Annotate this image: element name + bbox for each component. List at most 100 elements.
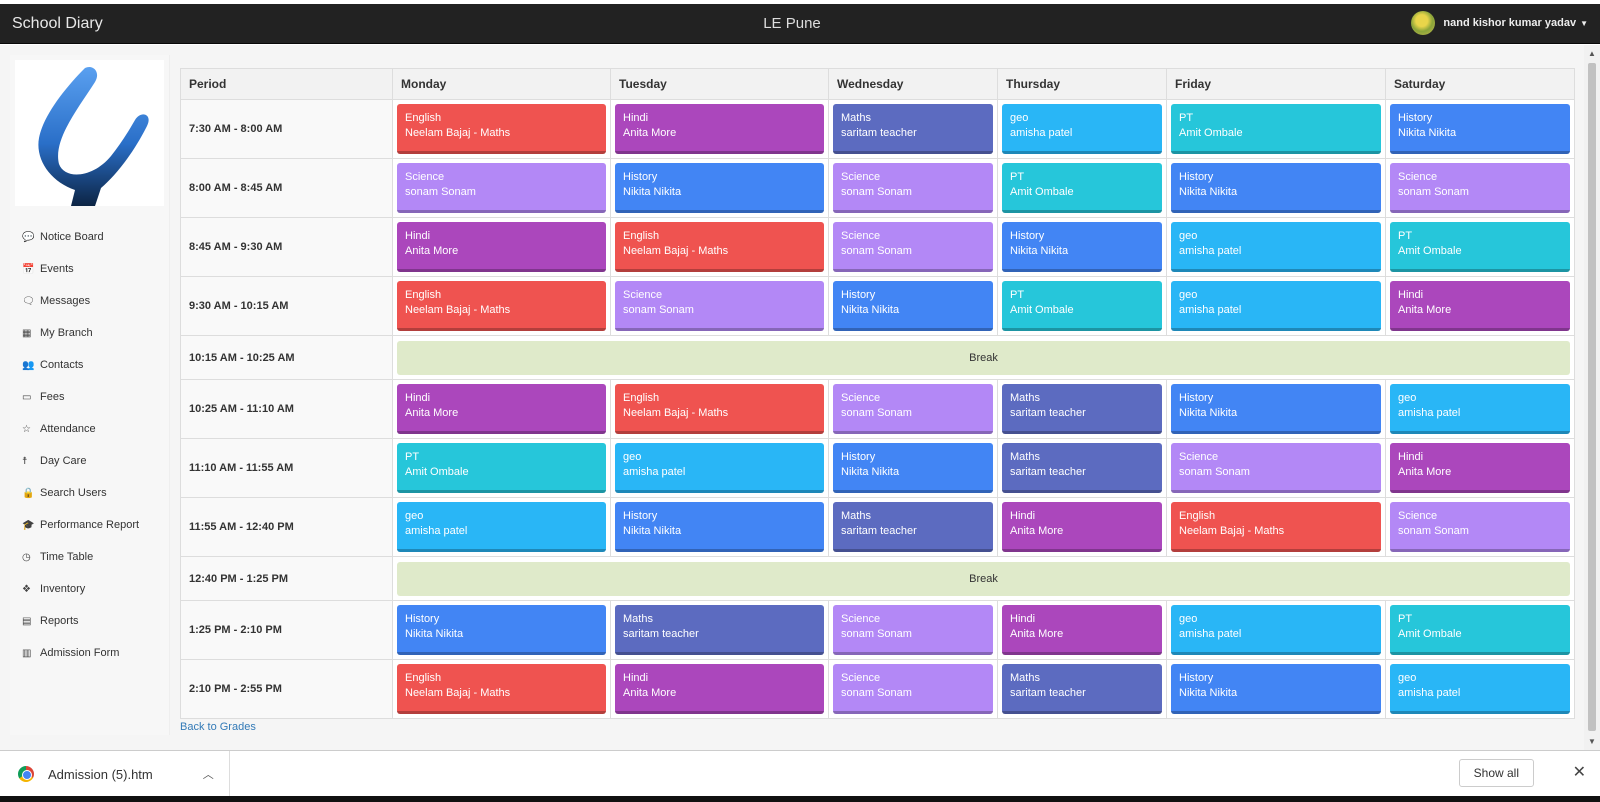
scroll-down-icon[interactable]: ▼ [1588, 737, 1596, 746]
lesson-card[interactable]: Science sonam Sonam [1171, 443, 1381, 493]
lesson-card[interactable]: Science sonam Sonam [615, 281, 824, 331]
lesson-card[interactable]: History Nikita Nikita [615, 163, 824, 213]
lesson-card[interactable]: Maths saritam teacher [833, 502, 993, 552]
lesson-teacher: amisha patel [1179, 628, 1242, 640]
lesson-card[interactable]: PT Amit Ombale [1002, 281, 1162, 331]
lesson-card[interactable]: History Nikita Nikita [1171, 384, 1381, 434]
lesson-card[interactable]: geo amisha patel [1390, 384, 1570, 434]
lesson-card[interactable]: Hindi Anita More [1002, 605, 1162, 655]
lesson-card[interactable]: English Neelam Bajaj - Maths [397, 664, 606, 714]
chevron-up-icon[interactable]: ︿ [203, 766, 214, 782]
lesson-card[interactable]: geo amisha patel [615, 443, 824, 493]
column-header-wednesday: Wednesday [828, 68, 998, 100]
lesson-teacher: amisha patel [405, 525, 468, 537]
lesson-card[interactable]: geo amisha patel [1171, 605, 1381, 655]
sidebar-item-events[interactable]: 📅 Events [10, 253, 170, 285]
lesson-card[interactable]: Science sonam Sonam [1390, 502, 1570, 552]
lesson-card[interactable]: Hindi Anita More [397, 222, 606, 272]
table-row: 1:25 PM - 2:10 PM History Nikita Nikita Mat… [180, 600, 1575, 660]
scroll-thumb[interactable] [1588, 63, 1596, 731]
period-cell: 12:40 PM - 1:25 PM [180, 556, 393, 601]
lesson-card[interactable]: Hindi Anita More [1002, 502, 1162, 552]
lesson-card[interactable]: geo amisha patel [1171, 222, 1381, 272]
lesson-card[interactable]: PT Amit Ombale [1171, 104, 1381, 154]
logo-icon [38, 66, 149, 206]
lesson-subject: English [405, 672, 442, 684]
lesson-card[interactable]: History Nikita Nikita [833, 281, 993, 331]
lesson-teacher: Amit Ombale [1398, 245, 1462, 257]
sidebar-item-admission-form[interactable]: ▥ Admission Form [10, 637, 170, 669]
lesson-card[interactable]: PT Amit Ombale [1390, 222, 1570, 272]
lesson-subject: Hindi [405, 392, 431, 404]
lesson-card[interactable]: PT Amit Ombale [397, 443, 606, 493]
lesson-card[interactable]: Hindi Anita More [1390, 281, 1570, 331]
lesson-card[interactable]: English Neelam Bajaj - Maths [1171, 502, 1381, 552]
lesson-subject: Science [1179, 451, 1219, 463]
lesson-subject: PT [1010, 171, 1025, 183]
sidebar-item-contacts[interactable]: 👥 Contacts [10, 349, 170, 381]
lesson-card[interactable]: English Neelam Bajaj - Maths [615, 384, 824, 434]
lesson-card[interactable]: geo amisha patel [1390, 664, 1570, 714]
sidebar-item-label: Reports [40, 615, 79, 627]
lesson-card[interactable]: Hindi Anita More [615, 104, 824, 154]
sidebar-item-day-care[interactable]: ☨ Day Care [10, 445, 170, 477]
lesson-card[interactable]: Science sonam Sonam [833, 163, 993, 213]
lesson-card[interactable]: English Neelam Bajaj - Maths [397, 281, 606, 331]
lesson-card[interactable]: PT Amit Ombale [1002, 163, 1162, 213]
lesson-card[interactable]: Maths saritam teacher [1002, 384, 1162, 434]
lesson-card[interactable]: Science sonam Sonam [397, 163, 606, 213]
lesson-card[interactable]: English Neelam Bajaj - Maths [615, 222, 824, 272]
lesson-card[interactable]: PT Amit Ombale [1390, 605, 1570, 655]
lesson-card[interactable]: geo amisha patel [1171, 281, 1381, 331]
lesson-card[interactable]: Science sonam Sonam [833, 222, 993, 272]
sidebar-item-search-users[interactable]: 🔒 Search Users [10, 477, 170, 509]
sidebar-item-notice-board[interactable]: 💬 Notice Board [10, 221, 170, 253]
lesson-card[interactable]: Hindi Anita More [1390, 443, 1570, 493]
download-item[interactable]: Admission (5).htm ︿ [18, 751, 230, 797]
lesson-card[interactable]: English Neelam Bajaj - Maths [397, 104, 606, 154]
lesson-teacher: sonam Sonam [1398, 525, 1469, 537]
lesson-card[interactable]: geo amisha patel [1002, 104, 1162, 154]
lesson-card[interactable]: geo amisha patel [397, 502, 606, 552]
sidebar-item-inventory[interactable]: ❖ Inventory [10, 573, 170, 605]
scroll-up-icon[interactable]: ▲ [1588, 49, 1596, 58]
lesson-card[interactable]: Hindi Anita More [397, 384, 606, 434]
lesson-card[interactable]: History Nikita Nikita [833, 443, 993, 493]
lesson-teacher: amisha patel [1398, 407, 1461, 419]
lesson-card[interactable]: Hindi Anita More [615, 664, 824, 714]
page-scrollbar[interactable]: ▲ ▼ [1584, 45, 1600, 750]
lesson-card[interactable]: History Nikita Nikita [397, 605, 606, 655]
sidebar-item-fees[interactable]: ▭ Fees [10, 381, 170, 413]
back-to-grades-link[interactable]: Back to Grades [180, 721, 256, 733]
lesson-teacher: Neelam Bajaj - Maths [623, 407, 729, 419]
lesson-subject: Science [841, 613, 881, 625]
lesson-teacher: amisha patel [623, 466, 686, 478]
lesson-card[interactable]: Maths saritam teacher [615, 605, 824, 655]
table-row: 9:30 AM - 10:15 AM English Neelam Bajaj - … [180, 276, 1575, 336]
sidebar-item-performance-report[interactable]: 🎓 Performance Report [10, 509, 170, 541]
lesson-card[interactable]: Maths saritam teacher [1002, 443, 1162, 493]
lesson-card[interactable]: History Nikita Nikita [1390, 104, 1570, 154]
lesson-card[interactable]: Science sonam Sonam [833, 384, 993, 434]
lesson-teacher: saritam teacher [841, 127, 917, 139]
lesson-subject: geo [1179, 289, 1198, 301]
show-all-button[interactable]: Show all [1458, 759, 1534, 787]
lesson-card[interactable]: History Nikita Nikita [1171, 163, 1381, 213]
lesson-card[interactable]: Science sonam Sonam [1390, 163, 1570, 213]
lesson-card[interactable]: History Nikita Nikita [1171, 664, 1381, 714]
close-icon[interactable]: ✕ [1573, 762, 1586, 782]
sidebar-item-attendance[interactable]: ☆ Attendance [10, 413, 170, 445]
lesson-card[interactable]: History Nikita Nikita [1002, 222, 1162, 272]
sidebar-item-time-table[interactable]: ◷ Time Table [10, 541, 170, 573]
download-file-name: Admission (5).htm [48, 766, 153, 782]
sidebar-item-messages[interactable]: 🗨 Messages [10, 285, 170, 317]
lesson-card[interactable]: Science sonam Sonam [833, 664, 993, 714]
lesson-card[interactable]: Science sonam Sonam [833, 605, 993, 655]
lesson-card[interactable]: History Nikita Nikita [615, 502, 824, 552]
sidebar-item-reports[interactable]: ▤ Reports [10, 605, 170, 637]
user-name: nand kishor kumar yadav [1443, 17, 1577, 29]
user-menu[interactable]: nand kishor kumar yadav ▼ [1411, 11, 1588, 35]
lesson-card[interactable]: Maths saritam teacher [833, 104, 993, 154]
sidebar-item-my-branch[interactable]: ▦ My Branch [10, 317, 170, 349]
lesson-card[interactable]: Maths saritam teacher [1002, 664, 1162, 714]
